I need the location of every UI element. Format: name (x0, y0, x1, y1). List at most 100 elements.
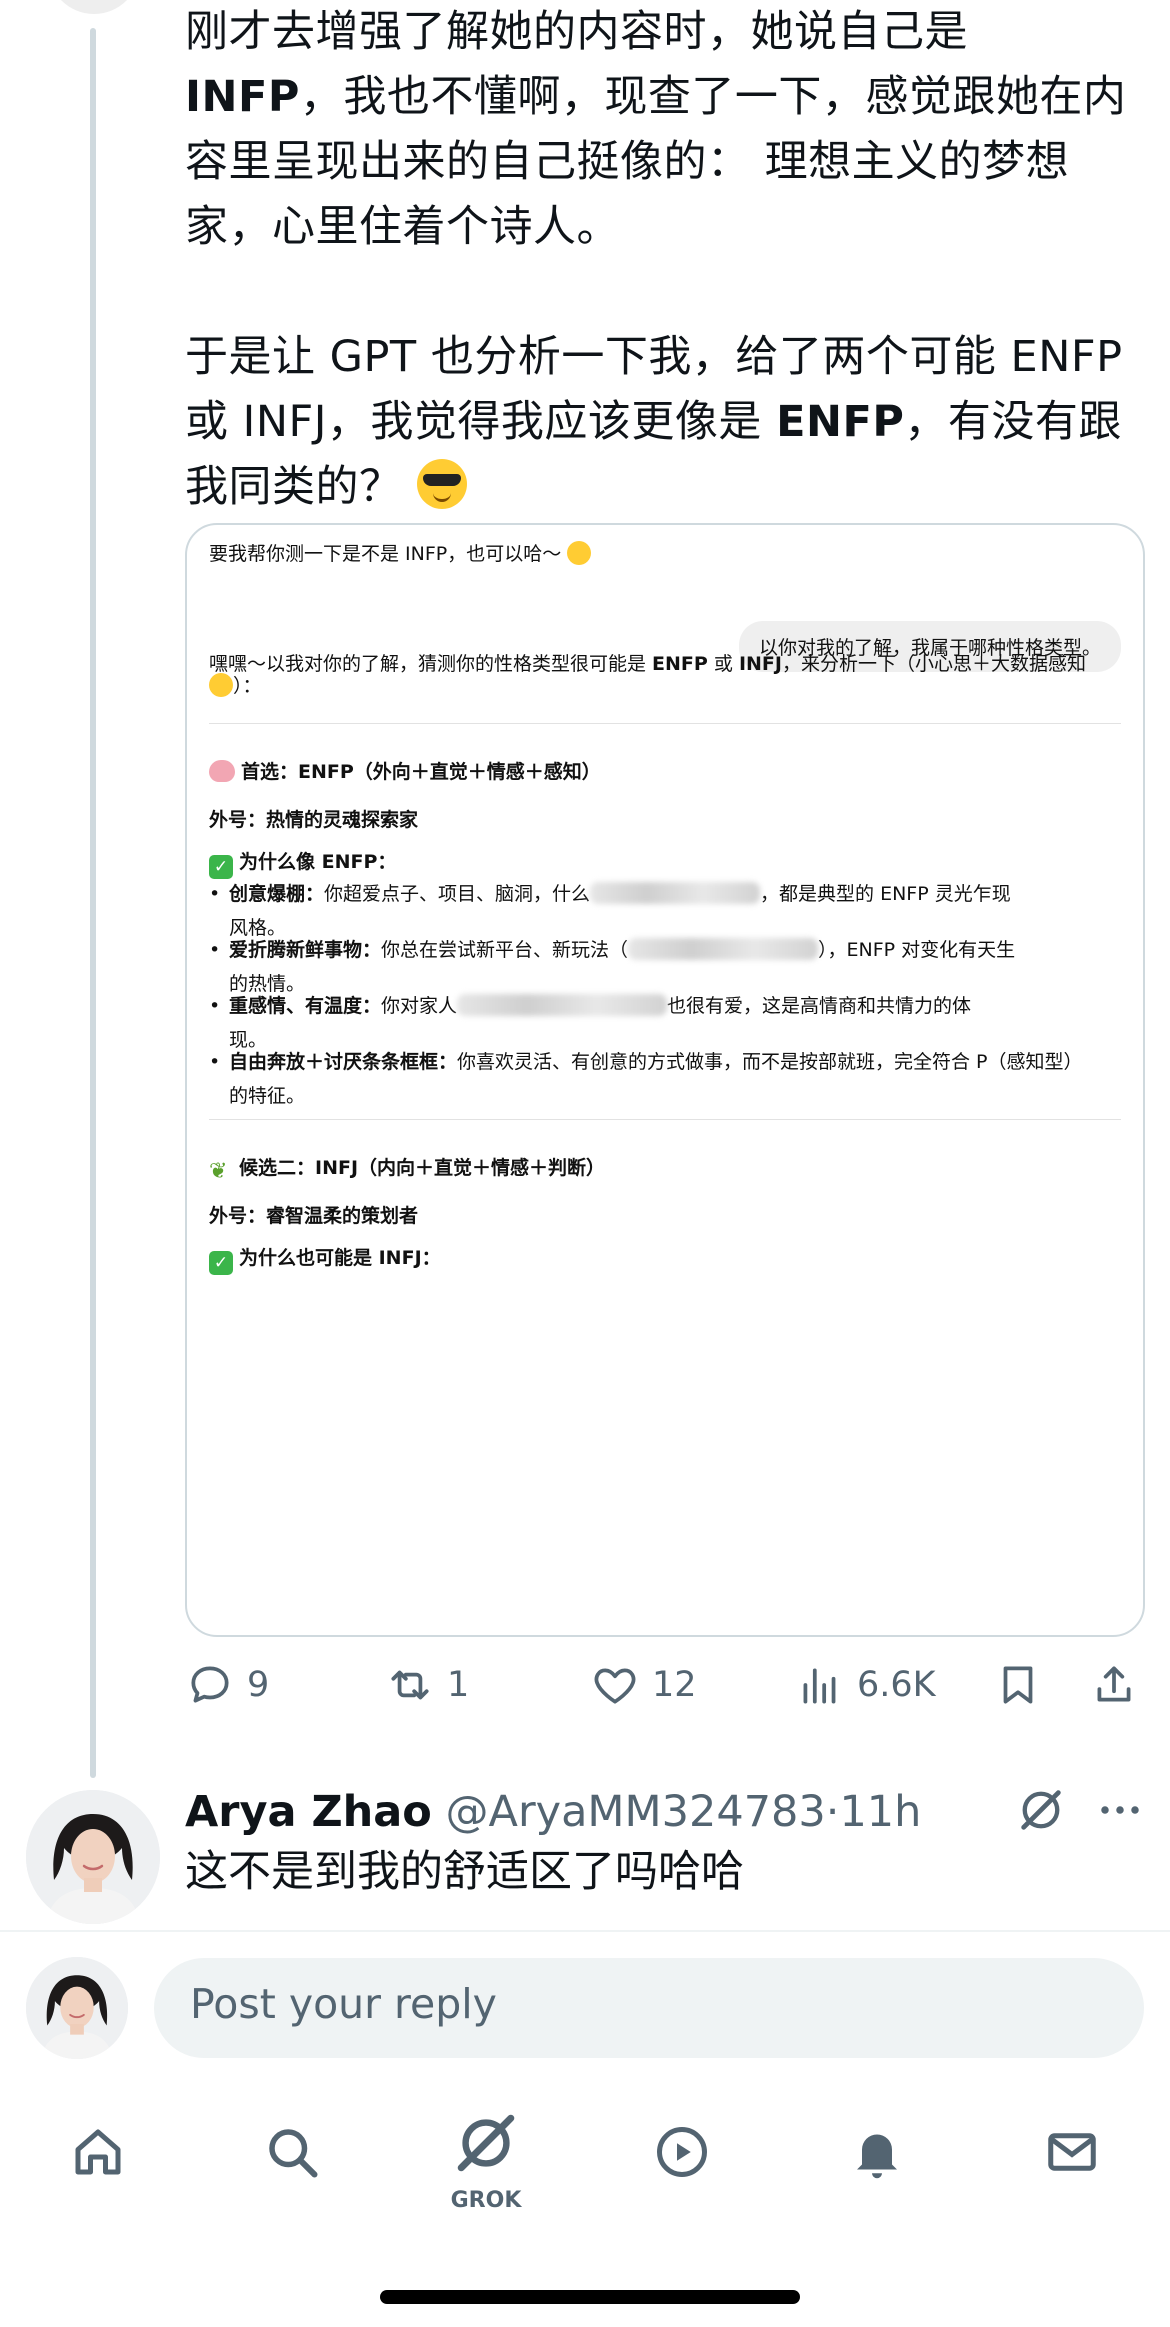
mail-icon (1048, 2133, 1096, 2171)
home-indicator[interactable] (380, 2290, 800, 2304)
redacted-blur (628, 938, 819, 960)
bullet-text: 你超爱点子、项目、脑洞，什么 (324, 883, 591, 905)
tweet-text: 刚才去增强了解她的内容时，她说自己是 (185, 7, 968, 57)
grok-tab-label: GROK (450, 2188, 522, 2213)
chat-line: ）： (209, 671, 262, 698)
tweet-text: ，有没有跟 (904, 397, 1122, 447)
repost-count: 1 (447, 1665, 470, 1705)
redacted-blur (457, 994, 668, 1016)
bullet-bold: 爱折腾新鲜事物： (229, 939, 382, 961)
tweet-text: 于是让 GPT 也分析一下我，给了两个可能 ENFP (185, 332, 1123, 382)
separator-dot: · (825, 1787, 840, 1837)
views-count: 6.6K (857, 1665, 936, 1705)
views-button[interactable]: 6.6K (795, 1655, 936, 1715)
share-button[interactable] (1089, 1655, 1139, 1715)
herb-emoji-icon: ❦ (209, 1159, 228, 1184)
subheading-text: 为什么也可能是 INFJ： (239, 1247, 441, 1269)
section-heading: ❦ 候选二：INFJ（内向＋直觉＋情感＋判断） (209, 1153, 605, 1183)
chat-text: ，来分析一下（小心思＋大数据感知 (781, 653, 1086, 675)
attached-image-card[interactable]: 要我帮你测一下是不是 INFP，也可以哈～ 以你对我的了解，我属于哪种性格类型。… (185, 523, 1145, 1637)
grok-icon (457, 2114, 515, 2172)
tab-home[interactable] (52, 2100, 142, 2210)
chat-text-bold: ENFP (652, 653, 708, 675)
views-chart-icon (803, 1668, 836, 1704)
grin-emoji-icon (567, 541, 592, 565)
woman-portrait-avatar (26, 1790, 160, 1924)
tweet-text: 家，心里住着个诗人。 (185, 202, 620, 252)
tab-video[interactable] (636, 2100, 726, 2210)
reply-button[interactable]: 9 (185, 1655, 269, 1715)
reply-author-name[interactable]: Arya Zhao (185, 1787, 432, 1837)
tab-search[interactable] (246, 2100, 336, 2210)
heart-icon (594, 1668, 636, 1704)
bullet-dot: • (209, 883, 221, 905)
more-options-icon[interactable] (1095, 1790, 1145, 1830)
reply-count: 9 (247, 1665, 270, 1705)
bottom-tab-bar: GROK (0, 2100, 1170, 2230)
tweet-text: 或 INFJ，我觉得我应该更像是 (185, 397, 777, 447)
divider (209, 723, 1121, 724)
heading-text: 候选二：INFJ（内向＋直觉＋情感＋判断） (239, 1157, 606, 1179)
woman-portrait-avatar (26, 1957, 128, 2059)
bullet-text: 你总在尝试新平台、新玩法（ (381, 939, 629, 961)
bullet-text: 你对家人 (381, 995, 458, 1017)
nickname: 外号：睿智温柔的策划者 (209, 1205, 419, 1227)
chat-text: 或 (707, 653, 739, 675)
chat-text: 嘿嘿～以我对你的了解，猜测你的性格类型很可能是 (209, 653, 653, 675)
bullet-text: 的特征。 (229, 1085, 306, 1107)
like-count: 12 (652, 1665, 697, 1705)
reply-timestamp[interactable]: 11h (839, 1787, 921, 1837)
reply-author-handle[interactable]: @AryaMM324783 (446, 1787, 826, 1837)
nickname: 外号：热情的灵魂探索家 (209, 809, 419, 831)
bullet-dot: • (209, 1051, 221, 1073)
bullet-item: • 自由奔放＋讨厌条条框框：你喜欢灵活、有创意的方式做事，而不是按部就班，完全符… (209, 1045, 1121, 1113)
reply-text: 这不是到我的舒适区了吗哈哈 (185, 1847, 744, 1897)
tweet-text-bold: INFP (185, 72, 300, 122)
bullet-text: ），ENFP 对变化有天生 (818, 939, 1016, 961)
tweet-text: 我同类的？ (185, 462, 403, 512)
brain-emoji-icon (209, 760, 235, 782)
tab-grok[interactable]: GROK (441, 2100, 531, 2213)
repost-button[interactable]: 1 (385, 1655, 469, 1715)
reply-header: Arya Zhao @AryaMM324783·11h (185, 1782, 921, 1842)
tab-messages[interactable] (1026, 2100, 1116, 2210)
search-icon (269, 2129, 318, 2178)
chat-line: 嘿嘿～以我对你的了解，猜测你的性格类型很可能是 ENFP 或 INFJ，来分析一… (209, 649, 1086, 676)
tweet-actions: 9 1 12 6.6K (185, 1655, 1145, 1715)
bullet-text: ，都是典型的 ENFP 灵光乍现 (760, 883, 1011, 905)
previous-author-avatar[interactable] (48, 0, 140, 14)
tweet-text: ，我也不懂啊，现查了一下，感觉跟她在内 (299, 72, 1127, 122)
bookmark-icon (1003, 1666, 1033, 1704)
bullet-dot: • (209, 939, 221, 961)
share-icon (1097, 1666, 1131, 1702)
tab-notifications[interactable] (831, 2100, 921, 2210)
bullet-text: 也很有爱，这是高情商和共情力的体 (667, 995, 972, 1017)
reply-icon (191, 1666, 229, 1703)
tweet-body: 刚才去增强了解她的内容时，她说自己是 INFP，我也不懂啊，现查了一下，感觉跟她… (185, 0, 1145, 520)
bullet-text: 你喜欢灵活、有创意的方式做事，而不是按部就班，完全符合 P（感知型） (457, 1051, 1083, 1073)
bullet-bold: 创意爆棚： (229, 883, 325, 905)
subheading: ✓ 为什么也可能是 INFJ： (209, 1243, 441, 1275)
bell-icon (857, 2134, 897, 2179)
chat-line: 要我帮你测一下是不是 INFP，也可以哈～ (209, 539, 592, 566)
bullet-bold: 重感情、有温度： (229, 995, 382, 1017)
section-heading: 首选：ENFP（外向＋直觉＋情感＋感知） (209, 757, 601, 784)
reply-placeholder: Post your reply (190, 1980, 497, 2028)
play-circle-icon (657, 2127, 707, 2177)
like-button[interactable]: 12 (590, 1655, 697, 1715)
nerd-emoji-icon (209, 673, 233, 697)
tweet-text: 容里呈现出来的自己挺像的： 理想主义的梦想 (185, 137, 1070, 187)
redacted-blur (590, 882, 761, 904)
reply-author-avatar[interactable] (26, 1790, 160, 1924)
repost-icon (391, 1670, 429, 1700)
subheading-text: 为什么像 ENFP： (239, 851, 397, 873)
chat-text: 要我帮你测一下是不是 INFP，也可以哈～ (209, 543, 562, 565)
sunglasses-emoji-icon (416, 459, 467, 509)
grok-icon[interactable] (1015, 1784, 1067, 1836)
bookmark-button[interactable] (993, 1655, 1043, 1715)
current-user-avatar[interactable] (26, 1957, 128, 2059)
check-emoji-icon: ✓ (209, 855, 233, 879)
section-divider (0, 1930, 1170, 1932)
check-emoji-icon: ✓ (209, 1251, 233, 1275)
reply-input[interactable]: Post your reply (154, 1958, 1144, 2058)
